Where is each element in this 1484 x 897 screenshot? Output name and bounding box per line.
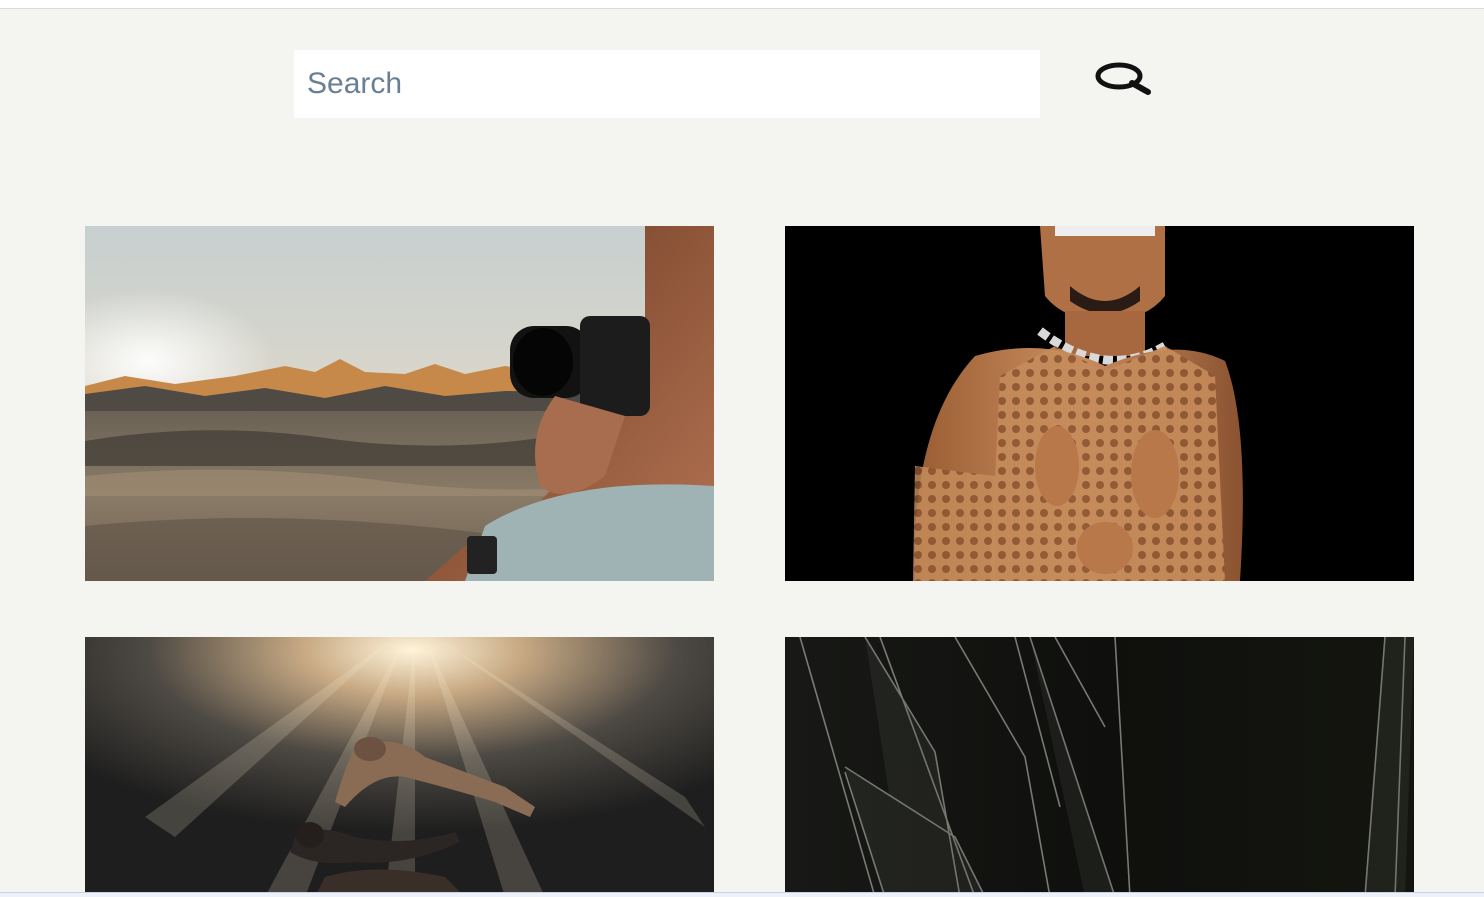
- bottom-scroll-edge: [0, 892, 1484, 897]
- search-input[interactable]: [294, 50, 1040, 118]
- dark-glass-shards-image[interactable]: [785, 637, 1414, 897]
- top-border: [0, 0, 1484, 9]
- underwater-photo-graphic: [85, 637, 714, 897]
- portrait-photo-graphic: [785, 226, 1414, 581]
- search-button[interactable]: [1088, 56, 1154, 102]
- desert-photo-graphic: [85, 226, 714, 581]
- underwater-swimmers-image[interactable]: [85, 637, 714, 897]
- search-icon: [1095, 62, 1151, 95]
- glass-shards-graphic: [785, 637, 1414, 897]
- page: [0, 0, 1484, 897]
- desert-photographer-image[interactable]: [85, 226, 714, 581]
- mesh-top-portrait-image[interactable]: [785, 226, 1414, 581]
